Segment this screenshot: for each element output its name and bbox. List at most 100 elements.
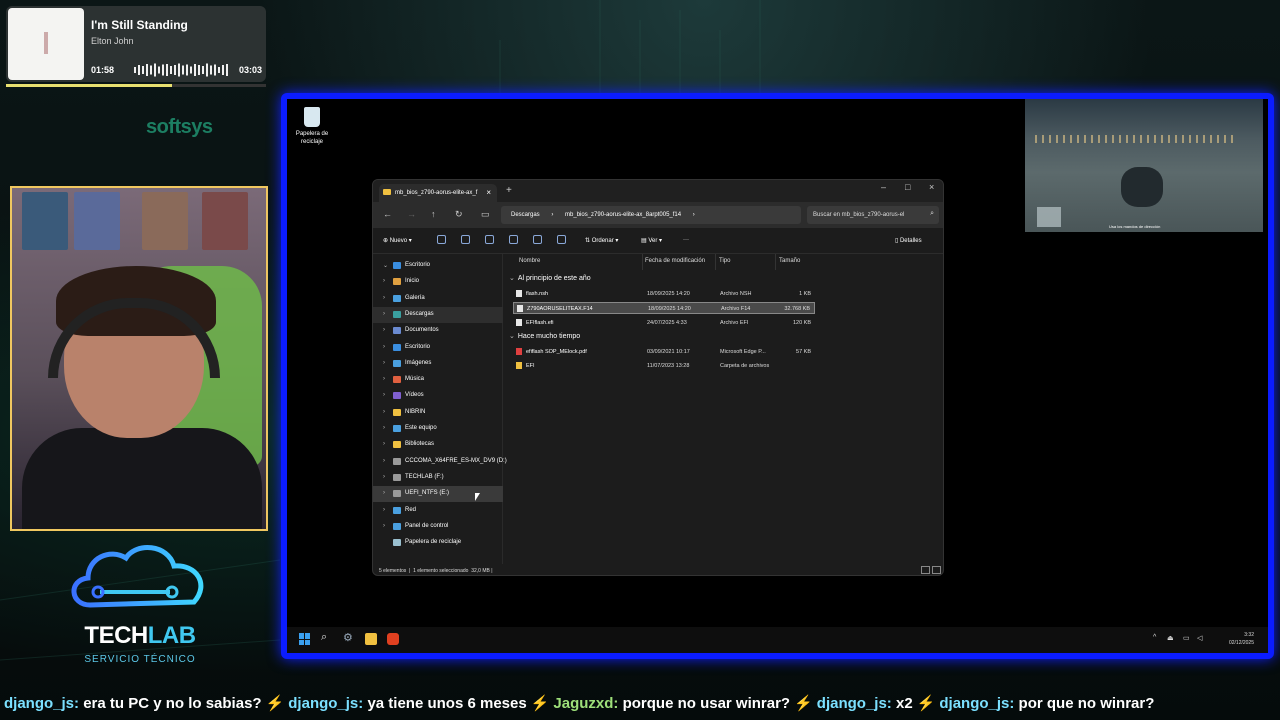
file-row[interactable]: efiflash SOP_MElock.pdf 03/09/2021 10:17 M… [513, 346, 815, 358]
details-view-button[interactable] [921, 566, 930, 574]
chevron-right-icon[interactable]: › [383, 327, 385, 333]
breadcrumb-folder[interactable]: mb_bios_z790-aorus-elite-ax_8arpt005_f14 [565, 212, 681, 218]
softsys-watermark: softsys [146, 116, 213, 138]
nav-item-uefi-ntfs-e-[interactable]: › UEFI_NTFS (E:) [373, 486, 503, 503]
nav-item-im-genes[interactable]: › Imágenes [373, 356, 503, 372]
share-icon[interactable] [533, 235, 542, 244]
view-button[interactable]: ▤ Ver ▾ [641, 237, 662, 244]
sort-button[interactable]: ⇅ Ordenar ▾ [585, 237, 618, 244]
up-button[interactable]: ↑ [431, 209, 436, 219]
chevron-right-icon[interactable]: › [383, 441, 385, 447]
close-tab-icon[interactable]: × [486, 188, 491, 197]
rename-icon[interactable] [509, 235, 518, 244]
nav-item-este-equipo[interactable]: › Este equipo [373, 421, 503, 437]
chevron-right-icon[interactable]: › [383, 523, 385, 529]
chevron-right-icon[interactable]: › [383, 311, 385, 317]
network-icon[interactable]: ▭ [1183, 634, 1190, 642]
nav-item-documentos[interactable]: › Documentos [373, 323, 503, 339]
chevron-right-icon[interactable]: › [383, 490, 385, 496]
search-icon[interactable]: ⌕ [321, 631, 333, 643]
file-row[interactable]: EFIflash.efi 24/07/2025 4:33 Archivo EFI 12… [513, 317, 815, 329]
start-button[interactable] [299, 633, 311, 645]
desktop-icon [393, 262, 401, 269]
nav-item-v-deos[interactable]: › Vídeos [373, 388, 503, 404]
group-header[interactable]: ⌄ Hace mucho tiempo [509, 332, 580, 340]
nav-item-techlab-f-[interactable]: › TECHLAB (F:) [373, 470, 503, 486]
chevron-right-icon[interactable]: › [383, 507, 385, 513]
usb-icon[interactable]: ⏏ [1167, 634, 1174, 642]
search-icon: ⌕ [930, 210, 934, 217]
breadcrumb-descargas[interactable]: Descargas [511, 212, 540, 218]
chevron-right-icon[interactable]: › [383, 458, 385, 464]
nav-item-panel-de-control[interactable]: › Panel de control [373, 519, 503, 535]
column-header-date[interactable]: Fecha de modificación [645, 258, 705, 264]
chevron-up-icon[interactable]: ^ [1153, 634, 1156, 641]
column-header-name[interactable]: Nombre [519, 258, 540, 264]
chat-message: por que no winrar? [1018, 695, 1155, 712]
item-count: 5 elementos [379, 568, 407, 574]
chevron-right-icon[interactable]: › [383, 344, 385, 350]
chat-username: django_js: [288, 695, 364, 712]
explorer-tab[interactable]: mb_bios_z790-aorus-elite-ax_f × [379, 184, 497, 202]
nav-item-escritorio[interactable]: ⌄ Escritorio [373, 258, 503, 274]
nav-item-red[interactable]: › Red [373, 503, 503, 519]
nav-item-bibliotecas[interactable]: › Bibliotecas [373, 437, 503, 453]
group-header[interactable]: ⌄ Al principio de este año [509, 274, 591, 282]
browser-icon[interactable] [387, 633, 399, 645]
chevron-down-icon[interactable]: ⌄ [509, 275, 515, 282]
nav-item-papelera-de-reciclaje[interactable]: Papelera de reciclaje [373, 535, 503, 551]
taskbar-clock[interactable]: 3:32 02/12/2025 [1229, 631, 1254, 647]
back-button[interactable]: ← [383, 209, 392, 219]
paste-icon[interactable] [485, 235, 494, 244]
maximize-button[interactable]: □ [905, 182, 910, 192]
chevron-right-icon[interactable]: › [383, 376, 385, 382]
chevron-right-icon[interactable]: › [383, 295, 385, 301]
file-row[interactable]: Z790AORUSELITEAX.F14 18/09/2025 14:20 Arch… [513, 302, 815, 315]
delete-icon[interactable] [557, 235, 566, 244]
nav-item-label: Descargas [405, 310, 434, 317]
cut-icon[interactable] [437, 235, 446, 244]
nav-item-escritorio[interactable]: › Escritorio [373, 340, 503, 356]
copy-icon[interactable] [461, 235, 470, 244]
chat-ticker: django_js: era tu PC y no lo sabias? ⚡ dja… [0, 694, 1280, 718]
chevron-right-icon[interactable]: › [383, 392, 385, 398]
details-button[interactable]: ▯ Detalles [895, 237, 922, 244]
forward-button[interactable]: → [407, 209, 416, 219]
file-row[interactable]: flash.nsh 18/09/2025 14:20 Archivo NSH 1 KB [513, 288, 815, 300]
tiles-view-button[interactable] [932, 566, 941, 574]
chevron-down-icon[interactable]: ⌄ [509, 333, 515, 340]
column-header-type[interactable]: Tipo [719, 258, 730, 264]
chevron-right-icon[interactable]: › [383, 360, 385, 366]
chevron-right-icon[interactable]: › [383, 278, 385, 284]
refresh-button[interactable]: ↻ [455, 209, 463, 220]
chat-message: era tu PC y no lo sabias? [83, 695, 262, 712]
nav-item-m-sica[interactable]: › Música [373, 372, 503, 388]
nav-item-nibrin[interactable]: › NIBRIN [373, 405, 503, 421]
volume-icon[interactable]: ◁ [1197, 634, 1202, 642]
file-list: Nombre Fecha de modificación Tipo Tamaño… [505, 254, 943, 564]
more-options-button[interactable]: ··· [683, 237, 689, 243]
chevron-right-icon[interactable]: › [383, 474, 385, 480]
new-button[interactable]: ⊕ Nuevo ▾ [383, 237, 412, 244]
desktop-recycle-bin[interactable]: Papelera de reciclaje [293, 107, 331, 146]
chevron-right-icon[interactable]: › [383, 425, 385, 431]
nav-item-inicio[interactable]: › Inicio [373, 274, 503, 290]
address-bar[interactable]: Descargas › mb_bios_z790-aorus-elite-ax_… [501, 206, 801, 224]
file-row[interactable]: EFI 11/07/2023 13:28 Carpeta de archivos [513, 360, 815, 372]
minimize-button[interactable]: – [881, 182, 886, 192]
column-header-size[interactable]: Tamaño [779, 258, 800, 264]
nav-item-descargas[interactable]: › Descargas [373, 306, 503, 323]
chevron-right-icon[interactable]: › [383, 409, 385, 415]
home-icon [393, 278, 401, 286]
file-name: EFIflash.efi [526, 319, 554, 326]
new-tab-button[interactable]: + [506, 185, 512, 196]
nav-item-galer-a[interactable]: › Galería [373, 291, 503, 307]
search-input[interactable]: Buscar en mb_bios_z790-aorus-el ⌕ [807, 206, 939, 224]
file-explorer-icon[interactable] [365, 633, 377, 645]
nav-item-cccoma-x64fre-es-mx-dv9-d-[interactable]: › CCCOMA_X64FRE_ES-MX_DV9 (D:) [373, 454, 507, 470]
file-date: 03/09/2021 10:17 [647, 348, 690, 355]
chevron-down-icon[interactable]: ⌄ [383, 262, 388, 269]
close-button[interactable]: × [929, 182, 934, 192]
settings-icon[interactable]: ⚙ [343, 631, 355, 644]
nav-item-label: Papelera de reciclaje [405, 539, 462, 546]
